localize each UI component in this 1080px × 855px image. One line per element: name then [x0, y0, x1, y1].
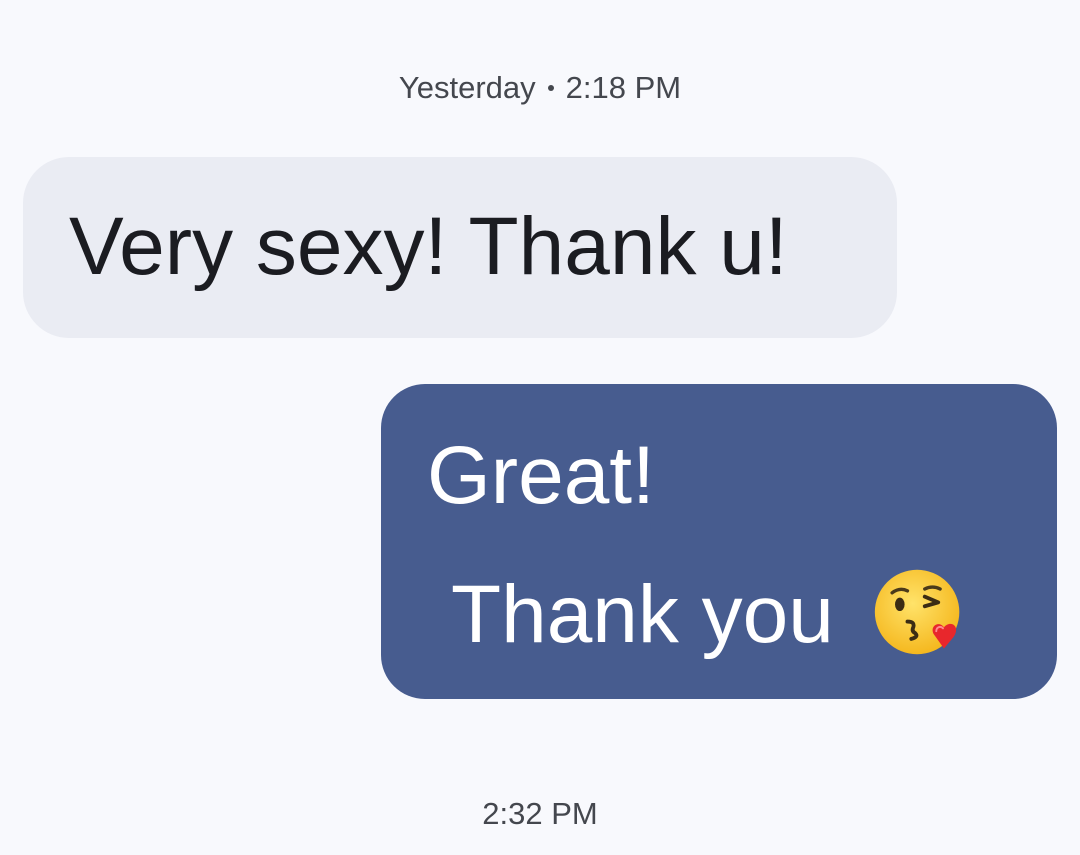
message-text-line: Thank you [451, 569, 834, 660]
face-blowing-a-kiss-icon [874, 569, 960, 655]
thread-timestamp-top: Yesterday 2:18 PM [0, 70, 1080, 106]
thread-timestamp-bottom: 2:32 PM [482, 796, 598, 831]
outgoing-message-bubble[interactable]: Great! Thank you [381, 384, 1057, 699]
timestamp-time: 2:18 PM [565, 70, 682, 105]
timestamp-day: Yesterday [398, 70, 536, 105]
message-text-line: Great! [427, 430, 655, 521]
incoming-message-bubble[interactable]: Very sexy! Thank u! [23, 157, 897, 338]
message-text-line-with-emoji: Thank you [427, 564, 1057, 660]
message-text: Very sexy! Thank u! [69, 201, 788, 292]
separator-dot [547, 84, 554, 91]
